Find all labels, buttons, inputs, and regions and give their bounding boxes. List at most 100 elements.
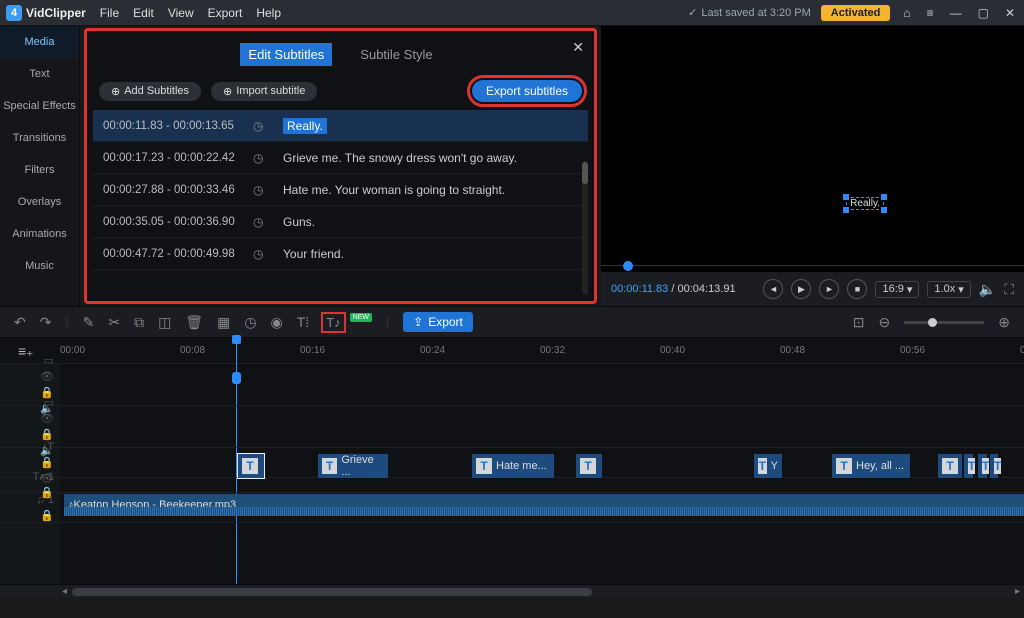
scrollbar-thumb[interactable] xyxy=(72,588,592,596)
subtitle-text[interactable]: Your friend. xyxy=(283,247,344,261)
audio-track-icon[interactable]: ♫ 1 xyxy=(37,494,54,506)
window-minimize-icon[interactable]: — xyxy=(947,6,965,20)
lock-icon[interactable]: 🔒 xyxy=(40,428,54,441)
edit-icon[interactable]: ✎ xyxy=(83,314,95,331)
subtitle-scrollbar[interactable] xyxy=(582,161,588,295)
preview-seekbar[interactable] xyxy=(601,258,1024,272)
subtitle-clip[interactable]: TY xyxy=(754,454,782,478)
subtitle-text[interactable]: Hate me. Your woman is going to straight… xyxy=(283,183,505,197)
subtitle-clip[interactable]: T xyxy=(238,454,264,478)
subtitle-row[interactable]: 00:00:27.88 - 00:00:33.46◷Hate me. Your … xyxy=(93,174,588,206)
track-icon[interactable]: ▭ xyxy=(44,396,54,409)
subtitle-clip[interactable]: T xyxy=(576,454,602,478)
add-track-icon[interactable]: ≡₊ xyxy=(18,343,138,360)
eye-icon[interactable]: 👁 xyxy=(40,370,54,383)
export-subtitles-button[interactable]: Export subtitles xyxy=(472,80,582,102)
window-close-icon[interactable]: ✕ xyxy=(1002,6,1018,20)
close-icon[interactable]: ✕ xyxy=(572,39,584,56)
sidebar-item-special-effects[interactable]: Special Effects xyxy=(0,90,79,122)
add-subtitles-button[interactable]: ⊕ Add Subtitles xyxy=(99,82,201,101)
sidebar-item-overlays[interactable]: Overlays xyxy=(0,186,79,218)
next-frame-button[interactable]: ► xyxy=(819,279,839,299)
subtitle-clip[interactable]: TGrieve ... xyxy=(318,454,388,478)
text-track-icon[interactable]: Tᴀ 1 xyxy=(33,471,54,483)
tab-edit-subtitles[interactable]: Edit Subtitles xyxy=(240,43,332,66)
subtitle-clip[interactable]: THate me... xyxy=(472,454,554,478)
sidebar-item-music[interactable]: Music xyxy=(0,250,79,282)
subtitle-track: ♪T🔒👁 TTGrieve ...THate me...TTYTHey, all… xyxy=(0,448,1024,478)
subtitle-text[interactable]: Really. xyxy=(283,119,327,133)
eye-icon[interactable]: 👁 xyxy=(40,412,54,425)
mosaic-icon[interactable]: ▦ xyxy=(217,314,230,331)
sidebar-item-media[interactable]: Media xyxy=(0,26,79,58)
scroll-right-icon[interactable]: ▸ xyxy=(1015,586,1020,597)
sidebar-item-transitions[interactable]: Transitions xyxy=(0,122,79,154)
text-clip-icon: T xyxy=(836,458,852,474)
text-tool-icon[interactable]: T⁞ xyxy=(297,314,309,330)
hamburger-icon[interactable]: ≡ xyxy=(924,6,937,20)
play-button[interactable]: ▶ xyxy=(791,279,811,299)
subtitle-clip[interactable]: T xyxy=(964,454,973,478)
stop-button[interactable]: ■ xyxy=(847,279,867,299)
audio-to-text-button[interactable]: T♪ xyxy=(323,314,343,331)
voiceover-icon[interactable]: ◉ xyxy=(271,314,283,331)
subtitle-text[interactable]: Grieve me. The snowy dress won't go away… xyxy=(283,151,517,165)
menu-file[interactable]: File xyxy=(100,6,119,20)
export-button[interactable]: ⇪ Export xyxy=(403,312,473,332)
lock-icon[interactable]: 🔒 xyxy=(40,509,54,522)
copy-icon[interactable]: ⧉ xyxy=(134,314,144,331)
delete-icon[interactable]: 🗑 xyxy=(185,314,203,331)
subtitle-clip[interactable]: T xyxy=(938,454,962,478)
menu-help[interactable]: Help xyxy=(256,6,281,20)
time-ruler[interactable]: ≡₊ 00:0000:0800:1600:2400:3200:4000:4800… xyxy=(0,338,1024,364)
subtitle-row[interactable]: 00:00:47.72 - 00:00:49.98◷Your friend. xyxy=(93,238,588,270)
menu-view[interactable]: View xyxy=(168,6,194,20)
zoom-in-icon[interactable]: ⊕ xyxy=(998,314,1010,331)
timeline-h-scrollbar[interactable]: ◂ ▸ xyxy=(0,584,1024,598)
volume-icon[interactable]: 🔈 xyxy=(979,281,996,298)
crop-icon[interactable]: ◫ xyxy=(158,314,171,331)
clock-icon[interactable]: ◷ xyxy=(253,215,269,229)
tab-subtitle-style[interactable]: Subtile Style xyxy=(352,43,440,66)
subtitle-clip[interactable]: T xyxy=(978,454,987,478)
subtitle-track-icon[interactable]: ♪T xyxy=(42,441,54,453)
subtitle-row[interactable]: 00:00:11.83 - 00:00:13.65◷Really. xyxy=(93,110,588,142)
redo-icon[interactable]: ↷ xyxy=(40,314,52,331)
clock-icon[interactable]: ◷ xyxy=(253,183,269,197)
duration-icon[interactable]: ◷ xyxy=(244,314,256,331)
menu-export[interactable]: Export xyxy=(208,6,243,20)
app-name: VidClipper xyxy=(26,6,86,20)
subtitle-clip[interactable]: T xyxy=(990,454,998,478)
cut-icon[interactable]: ✂ xyxy=(108,314,120,331)
subtitle-row[interactable]: 00:00:17.23 - 00:00:22.42◷Grieve me. The… xyxy=(93,142,588,174)
audio-clip[interactable]: ♪ Keaton Henson - Beekeeper.mp3 xyxy=(64,494,1024,516)
subtitle-row[interactable]: 00:00:35.05 - 00:00:36.90◷Guns. xyxy=(93,206,588,238)
zoom-out-icon[interactable]: ⊖ xyxy=(879,314,891,331)
clock-icon[interactable]: ◷ xyxy=(253,247,269,261)
zoom-slider[interactable] xyxy=(904,321,984,324)
undo-icon[interactable]: ↶ xyxy=(14,314,26,331)
window-maximize-icon[interactable]: ▢ xyxy=(975,6,992,20)
import-subtitle-button[interactable]: ⊕ Import subtitle xyxy=(211,82,317,101)
fullscreen-icon[interactable]: ⛶ xyxy=(1004,281,1014,298)
aspect-ratio-select[interactable]: 16:9▾ xyxy=(875,281,919,298)
clock-icon[interactable]: ◷ xyxy=(253,119,269,133)
subtitle-text[interactable]: Guns. xyxy=(283,215,315,229)
preview-canvas[interactable]: Really. xyxy=(601,26,1024,258)
home-icon[interactable]: ⌂ xyxy=(900,6,913,20)
sidebar-item-text[interactable]: Text xyxy=(0,58,79,90)
track-icon[interactable]: ▭ xyxy=(44,354,54,367)
fit-icon[interactable]: ⊡ xyxy=(853,314,865,331)
menu-edit[interactable]: Edit xyxy=(133,6,154,20)
activated-badge[interactable]: Activated xyxy=(821,5,891,21)
lock-icon[interactable]: 🔒 xyxy=(40,456,54,469)
seek-knob-icon[interactable] xyxy=(623,261,633,271)
sidebar-item-filters[interactable]: Filters xyxy=(0,154,79,186)
preview-zoom-select[interactable]: 1.0x▾ xyxy=(927,281,970,298)
scroll-left-icon[interactable]: ◂ xyxy=(62,586,67,597)
subtitle-overlay-box[interactable]: Really. xyxy=(846,197,884,210)
prev-frame-button[interactable]: ◄ xyxy=(763,279,783,299)
subtitle-clip[interactable]: THey, all ... xyxy=(832,454,910,478)
sidebar-item-animations[interactable]: Animations xyxy=(0,218,79,250)
clock-icon[interactable]: ◷ xyxy=(253,151,269,165)
